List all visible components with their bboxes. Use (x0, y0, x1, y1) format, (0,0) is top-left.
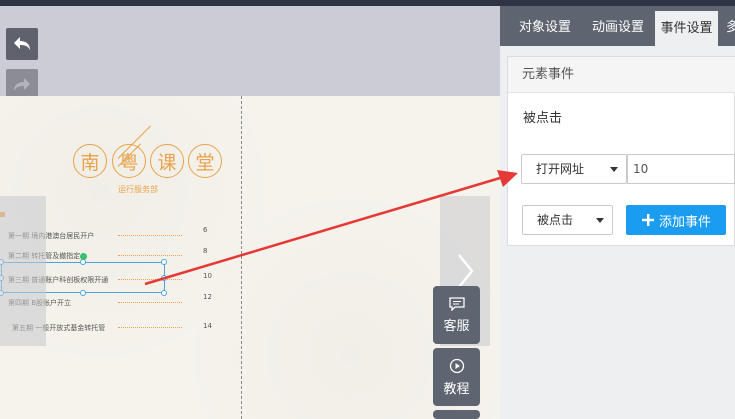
title-char: 课 (150, 144, 184, 178)
undo-button[interactable] (6, 28, 38, 60)
list-item-page: 10 (203, 272, 212, 280)
title-char: 堂 (188, 144, 222, 178)
section-title: 元素事件 (508, 57, 735, 93)
list-item-page: 12 (203, 293, 212, 301)
settings-tabs: 对象设置 动画设置 事件设置 多 (500, 6, 735, 46)
center-guide-line (241, 96, 242, 419)
tab-event-settings[interactable]: 事件设置 (655, 11, 718, 46)
trigger-select-value: 被点击 (537, 213, 574, 227)
resize-handle[interactable] (161, 275, 167, 281)
customer-service-label: 客服 (443, 318, 470, 334)
resize-handle[interactable] (80, 290, 86, 296)
add-event-button[interactable]: 添加事件 (626, 205, 726, 235)
dotted-leader (118, 235, 182, 236)
event-label: 被点击 (523, 111, 563, 126)
list-item-page: 14 (203, 322, 212, 330)
title-char: 粤 (112, 144, 146, 178)
action-select[interactable]: 打开网址 (521, 154, 627, 184)
dotted-leader (118, 255, 182, 256)
add-event-label: 添加事件 (658, 214, 711, 230)
tutorial-label: 教程 (443, 381, 470, 397)
customer-service-button[interactable]: 客服 (433, 286, 480, 344)
resize-handle[interactable] (161, 290, 167, 296)
resize-handle[interactable] (161, 259, 167, 265)
tab-object-settings[interactable]: 对象设置 (510, 6, 580, 46)
title-char: 南 (73, 144, 107, 178)
redo-icon (14, 78, 30, 91)
caret-down-icon (596, 218, 604, 223)
chevron-right-icon (458, 254, 474, 288)
plus-icon (641, 214, 654, 226)
tab-more[interactable]: 多 (726, 6, 735, 46)
list-item-page: 6 (203, 226, 208, 234)
url-input[interactable] (627, 154, 735, 184)
page-canvas[interactable]: 南 粤 课 堂 运行服务部 第一期 境内港澳台居民开户 6 第二期 转托管及撤指… (0, 96, 500, 419)
trigger-select[interactable]: 被点击 (522, 205, 613, 235)
chat-icon (448, 296, 465, 311)
subtitle: 运行服务部 (118, 185, 158, 194)
dotted-leader (118, 327, 182, 328)
play-circle-icon (449, 358, 464, 373)
more-side-button[interactable] (433, 410, 480, 419)
list-item-page: 8 (203, 247, 208, 255)
undo-icon (14, 37, 30, 50)
resize-handle[interactable] (80, 259, 86, 265)
tutorial-button[interactable]: 教程 (433, 348, 480, 406)
dotted-leader (118, 302, 182, 303)
prev-page-button[interactable] (0, 196, 46, 346)
tab-animation-settings[interactable]: 动画设置 (586, 6, 650, 46)
caret-down-icon (610, 167, 618, 172)
action-select-value: 打开网址 (536, 162, 585, 176)
